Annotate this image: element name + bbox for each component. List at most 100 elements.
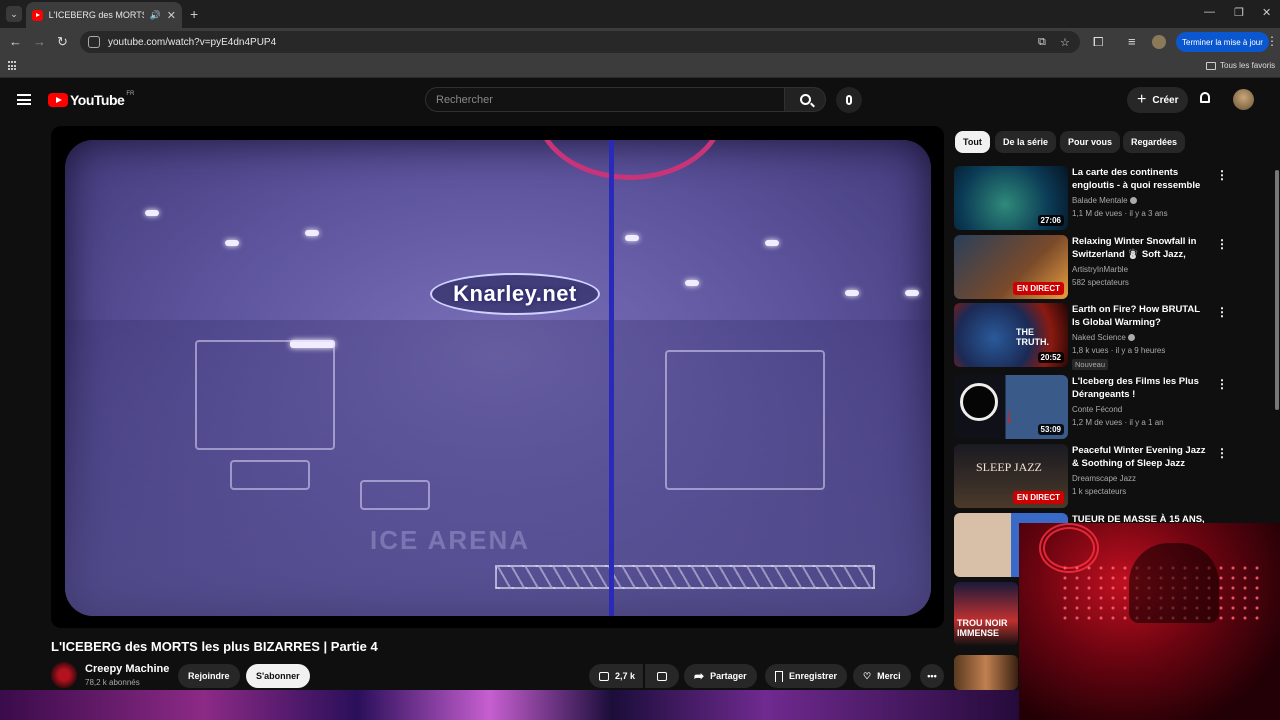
arrow-down-icon: ↓ <box>1004 405 1014 427</box>
browser-tab[interactable]: L'ICEBERG des MORTS les plus BIZARRES | … <box>26 2 182 28</box>
recommendation-title[interactable]: La carte des continents engloutis - à qu… <box>1072 166 1210 193</box>
save-icon <box>775 670 783 682</box>
video-artifact-line <box>609 140 614 616</box>
chip-for-you[interactable]: Pour vous <box>1060 131 1121 153</box>
update-button[interactable]: Terminer la mise à jour <box>1176 32 1269 52</box>
new-tab-icon[interactable]: + <box>190 6 198 22</box>
subscribe-button[interactable]: S'abonner <box>246 664 310 688</box>
menu-icon[interactable] <box>17 94 31 105</box>
back-icon[interactable]: ← <box>9 34 22 49</box>
profile-avatar-icon[interactable] <box>1152 35 1166 49</box>
reading-list-icon[interactable]: ≡ <box>1128 34 1136 49</box>
video-watermark: Knarley.net <box>430 273 600 315</box>
share-button[interactable]: ➦ Partager <box>684 664 757 688</box>
recommendation-meta: 582 spectateurs <box>1072 278 1129 287</box>
share-label: Partager <box>710 671 747 681</box>
recommendation-channel[interactable]: ArtistryInMarble <box>1072 265 1128 274</box>
video-thumbnail[interactable]: EN DIRECT <box>954 235 1068 299</box>
channel-name[interactable]: Creepy Machine <box>85 663 169 675</box>
search-input[interactable]: Rechercher <box>425 87 785 112</box>
video-thumbnail[interactable]: 27:06 <box>954 166 1068 230</box>
more-options-icon[interactable]: ⋮ <box>1216 305 1228 319</box>
page-scrollbar[interactable] <box>1275 170 1279 410</box>
maximize-icon[interactable]: ❐ <box>1234 6 1244 19</box>
thanks-button[interactable]: ♡ Merci <box>853 664 911 688</box>
more-options-icon[interactable]: ⋮ <box>1216 446 1228 460</box>
recommendation-item[interactable]: EN DIRECT Relaxing Winter Snowfall in Sw… <box>954 235 1234 299</box>
live-badge: EN DIRECT <box>1012 282 1064 295</box>
close-tab-icon[interactable]: ✕ <box>167 9 176 22</box>
recommendation-item[interactable]: SLEEP JAZZ EN DIRECT Peaceful Winter Eve… <box>954 444 1234 508</box>
tab-title: L'ICEBERG des MORTS les plus BIZARRES | … <box>48 10 144 20</box>
apps-grid-icon[interactable] <box>8 61 18 71</box>
bookmarks-bar: Tous les favoris <box>0 56 1280 78</box>
forward-icon[interactable]: → <box>33 34 46 49</box>
thumbs-up-icon <box>599 671 609 681</box>
account-avatar[interactable] <box>1233 89 1254 110</box>
save-button[interactable]: Enregistrer <box>765 664 848 688</box>
video-thumbnail[interactable]: TROU NOIR IMMENSE <box>954 582 1018 646</box>
more-options-icon[interactable]: ⋮ <box>1216 168 1228 182</box>
stage-ring <box>535 140 725 180</box>
more-actions-button[interactable]: ••• <box>920 664 944 688</box>
speaker-icon[interactable]: 🔊 <box>150 10 161 21</box>
join-button[interactable]: Rejoindre <box>178 664 240 688</box>
search-button[interactable] <box>784 87 826 112</box>
chip-series[interactable]: De la série <box>995 131 1057 153</box>
youtube-play-icon <box>48 93 68 107</box>
like-button[interactable]: 2,7 k <box>589 664 644 688</box>
recommendation-item[interactable]: 27:06 La carte des continents engloutis … <box>954 166 1234 230</box>
video-player[interactable]: ICE ARENA Knarley.net <box>51 126 944 628</box>
reload-icon[interactable]: ↻ <box>57 34 68 50</box>
webcam-overlay <box>1019 523 1280 720</box>
browser-toolbar: ← → ↻ youtube.com/watch?v=pyE4dn4PUP4 ⧉ … <box>0 28 1280 56</box>
youtube-logo[interactable]: YouTube FR <box>48 91 135 108</box>
notifications-bell-icon[interactable] <box>1198 92 1212 106</box>
recommendation-channel[interactable]: Balade Mentale <box>1072 196 1137 205</box>
recommendation-title[interactable]: Relaxing Winter Snowfall in Switzerland … <box>1072 235 1210 262</box>
video-thumbnail[interactable]: ↓ 53:09 <box>954 375 1068 439</box>
chip-all[interactable]: Tout <box>955 131 990 153</box>
dislike-button[interactable] <box>645 664 679 688</box>
youtube-favicon-icon <box>32 9 43 21</box>
browser-menu-icon[interactable]: ⋮ <box>1266 34 1278 48</box>
more-options-icon[interactable]: ⋮ <box>1216 377 1228 391</box>
voice-search-button[interactable] <box>836 87 862 113</box>
recommendation-meta: 1,1 M de vues · il y a 3 ans <box>1072 209 1168 218</box>
verified-icon <box>1129 197 1137 205</box>
chip-watched[interactable]: Regardées <box>1123 131 1186 153</box>
extensions-icon[interactable]: ⧠ <box>1093 34 1103 50</box>
all-bookmarks-button[interactable]: Tous les favoris <box>1206 61 1275 70</box>
recommendation-meta: 1,8 k vues · il y a 9 heures <box>1072 346 1166 355</box>
video-thumbnail[interactable]: SLEEP JAZZ EN DIRECT <box>954 444 1068 508</box>
install-app-icon[interactable]: ⧉ <box>1038 36 1046 49</box>
video-duration: 53:09 <box>1037 424 1064 435</box>
recommendation-title[interactable]: Earth on Fire? How BRUTAL Is Global Warm… <box>1072 303 1210 329</box>
video-thumbnail[interactable] <box>954 655 1018 690</box>
recommendation-item[interactable]: ↓ 53:09 L'Iceberg des Films les Plus Dér… <box>954 375 1234 439</box>
tab-search-icon[interactable]: ⌄ <box>6 6 22 22</box>
recommendation-title[interactable]: L'Iceberg des Films les Plus Dérangeants… <box>1072 375 1210 401</box>
video-thumbnail[interactable]: THE TRUTH. 20:52 <box>954 303 1068 367</box>
video-frame: ICE ARENA Knarley.net <box>65 140 931 616</box>
address-bar[interactable]: youtube.com/watch?v=pyE4dn4PUP4 ⧉ ☆ <box>80 31 1080 53</box>
create-button[interactable]: + Créer <box>1127 87 1189 113</box>
recommendation-channel[interactable]: Dreamscape Jazz <box>1072 474 1136 483</box>
close-window-icon[interactable]: ✕ <box>1262 6 1271 19</box>
minimize-icon[interactable]: — <box>1204 6 1215 18</box>
recommendation-meta: 1 k spectateurs <box>1072 487 1127 496</box>
new-badge: Nouveau <box>1072 359 1109 370</box>
more-options-icon[interactable]: ⋮ <box>1216 237 1228 251</box>
logo-country: FR <box>126 91 135 97</box>
thumbnail-text: TROU NOIR IMMENSE <box>957 618 1008 638</box>
thanks-label: Merci <box>877 671 901 681</box>
channel-avatar[interactable] <box>51 662 77 688</box>
thumbs-down-icon <box>657 671 667 681</box>
bookmark-star-icon[interactable]: ☆ <box>1060 36 1070 49</box>
recommendation-title[interactable]: Peaceful Winter Evening Jazz & Soothing … <box>1072 444 1210 471</box>
recommendation-channel[interactable]: Naked Science <box>1072 333 1135 342</box>
recommendation-channel[interactable]: Conte Fécond <box>1072 405 1122 414</box>
youtube-page: YouTube FR Rechercher + Créer ICE ARENA <box>0 80 1280 720</box>
site-info-icon[interactable] <box>88 36 100 48</box>
recommendation-item[interactable]: THE TRUTH. 20:52 Earth on Fire? How BRUT… <box>954 303 1234 370</box>
